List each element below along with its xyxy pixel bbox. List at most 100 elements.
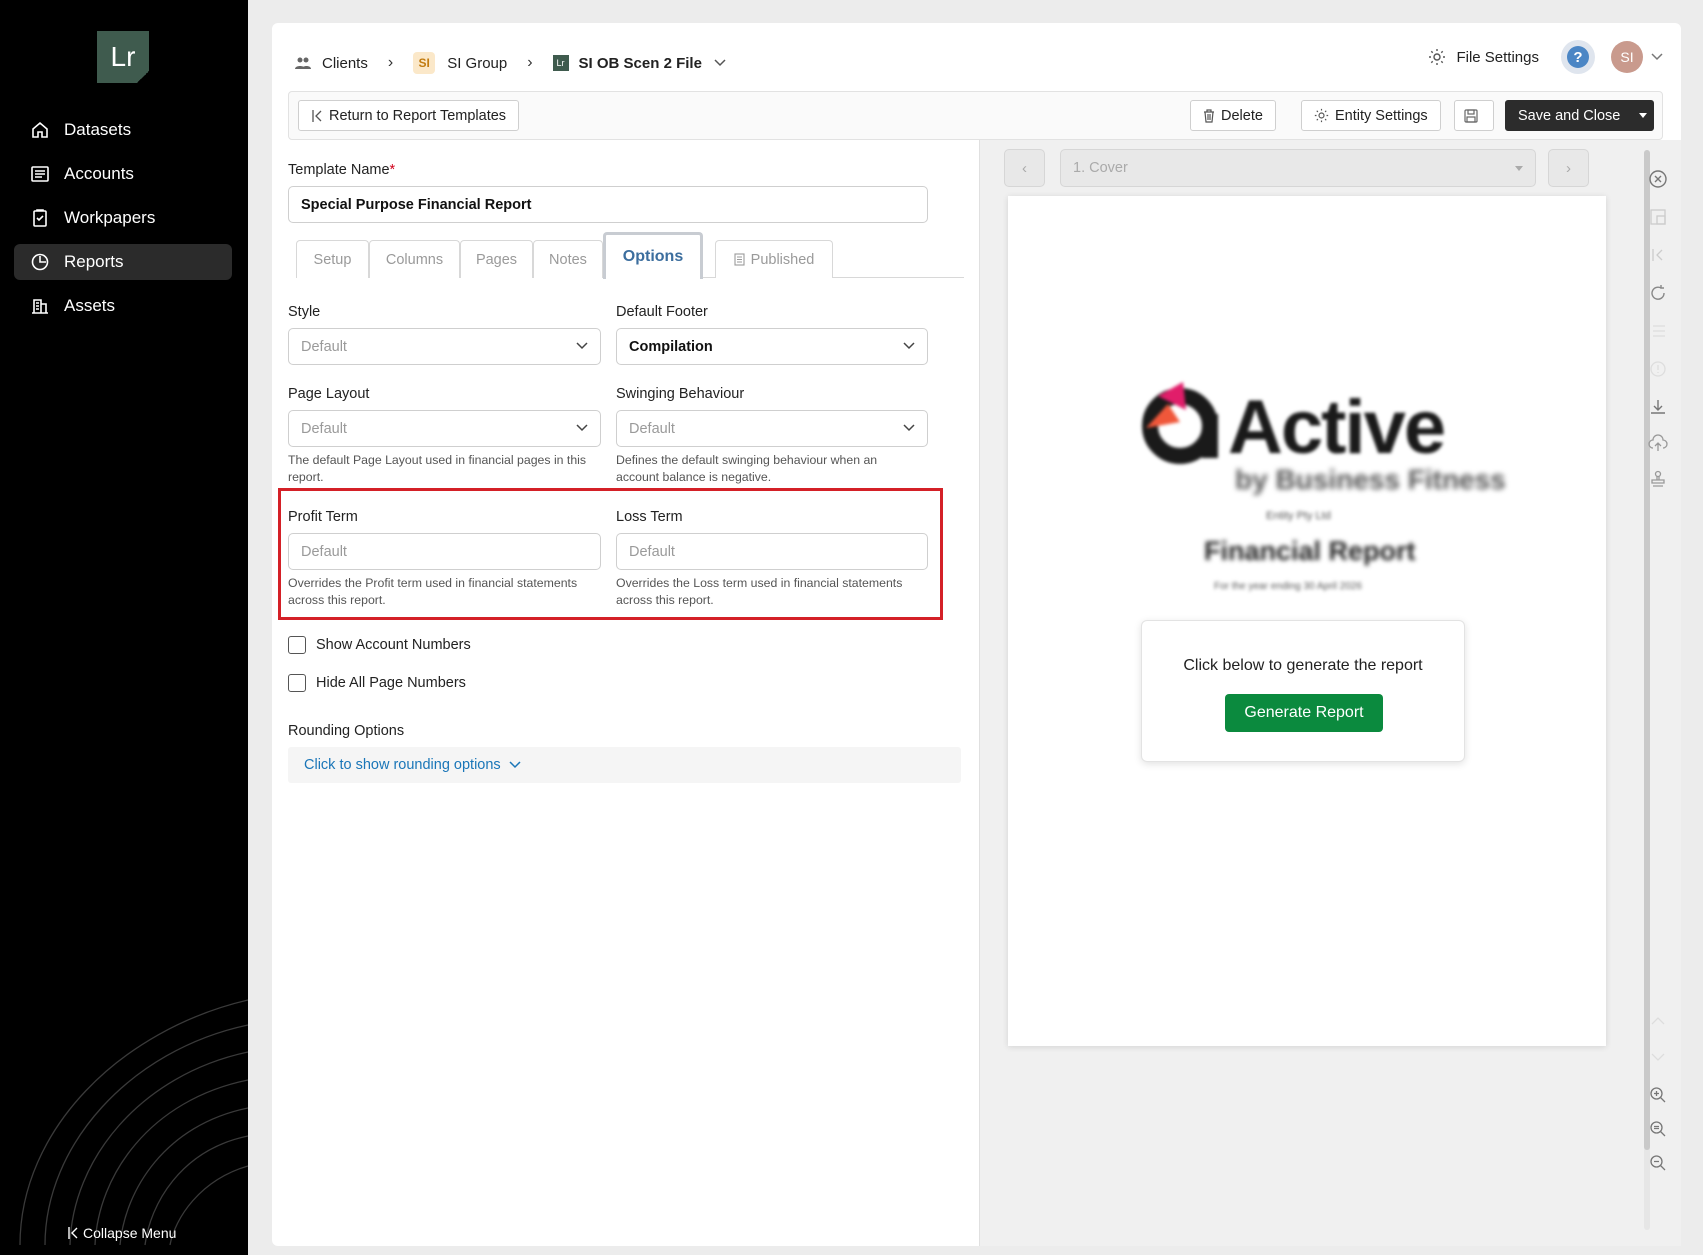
swinging-behaviour-select[interactable]: Default — [616, 410, 928, 447]
help-button[interactable]: ? — [1561, 40, 1595, 74]
report-period: For the year ending 30 April 2026 — [1214, 581, 1362, 592]
page-select[interactable]: 1. Cover — [1060, 149, 1536, 187]
collapse-left-icon — [312, 109, 322, 122]
sidebar-item-reports[interactable]: Reports — [14, 244, 232, 280]
zoom-reset-icon[interactable] — [1647, 1118, 1669, 1140]
users-icon — [294, 54, 312, 72]
page-layout-select[interactable]: Default — [288, 410, 601, 447]
entity-settings-button[interactable]: Entity Settings — [1301, 100, 1441, 131]
delete-button[interactable]: Delete — [1190, 100, 1276, 131]
template-tabs: Setup Columns Pages Notes Options Publis… — [296, 232, 964, 279]
default-footer-label: Default Footer — [616, 304, 708, 320]
style-value: Default — [301, 338, 347, 355]
gear-icon — [1429, 49, 1446, 65]
tab-notes[interactable]: Notes — [533, 240, 603, 278]
sidebar-item-workpapers[interactable]: Workpapers — [14, 200, 232, 236]
breadcrumb-clients[interactable]: Clients — [294, 54, 368, 72]
save-icon-button[interactable] — [1454, 100, 1494, 131]
generate-report-button[interactable]: Generate Report — [1225, 694, 1383, 732]
swinging-behaviour-value: Default — [629, 420, 675, 437]
collapse-menu-label: Collapse Menu — [83, 1225, 177, 1241]
breadcrumb: Clients › SI SI Group › Lr SI OB Scen 2 … — [294, 47, 726, 79]
checkbox-box[interactable] — [288, 636, 306, 654]
zoom-in-icon[interactable] — [1647, 1084, 1669, 1106]
building-icon — [32, 299, 48, 314]
app-logo[interactable]: Lr — [97, 31, 149, 83]
list-icon — [31, 166, 49, 182]
file-settings-button[interactable]: File Settings — [1428, 48, 1539, 66]
main-panel: Clients › SI SI Group › Lr SI OB Scen 2 … — [272, 23, 1681, 1246]
tab-options[interactable]: Options — [603, 232, 703, 279]
list-icon[interactable] — [1647, 320, 1669, 342]
stamp-icon[interactable] — [1647, 468, 1669, 490]
download-icon[interactable] — [1647, 396, 1669, 418]
return-to-templates-button[interactable]: Return to Report Templates — [298, 100, 520, 131]
brand-name: Active — [1228, 385, 1446, 470]
group-badge-icon: SI — [413, 52, 436, 74]
breadcrumb-file[interactable]: Lr SI OB Scen 2 File — [552, 55, 726, 72]
save-and-close-label: Save and Close — [1518, 107, 1621, 124]
checkbox-box[interactable] — [288, 674, 306, 692]
template-name-input[interactable]: Special Purpose Financial Report — [288, 186, 928, 223]
page-select-value: 1. Cover — [1073, 160, 1128, 176]
sidebar-item-assets[interactable]: Assets — [14, 288, 232, 324]
sidebar-item-accounts[interactable]: Accounts — [14, 156, 232, 192]
breadcrumb-group[interactable]: SI SI Group — [413, 52, 507, 74]
trash-icon — [1204, 108, 1214, 123]
refresh-icon[interactable] — [1647, 282, 1669, 304]
tab-columns[interactable]: Columns — [369, 240, 460, 278]
tab-published[interactable]: Published — [715, 240, 833, 278]
hide-page-numbers-checkbox[interactable]: Hide All Page Numbers — [288, 674, 466, 692]
tab-label: Columns — [385, 251, 444, 268]
tab-setup[interactable]: Setup — [296, 240, 369, 278]
page-layout-value: Default — [301, 420, 347, 437]
delete-label: Delete — [1221, 107, 1263, 124]
file-badge-icon: Lr — [552, 55, 569, 71]
sidebar-item-datasets[interactable]: Datasets — [14, 112, 232, 148]
rounding-options-link[interactable]: Click to show rounding options — [304, 757, 501, 773]
show-account-numbers-label: Show Account Numbers — [316, 637, 471, 653]
required-marker: * — [389, 162, 396, 178]
default-footer-select[interactable]: Compilation — [616, 328, 928, 365]
avatar[interactable]: SI — [1611, 41, 1643, 73]
close-circle-icon[interactable] — [1647, 168, 1669, 190]
caret-down-icon — [1515, 166, 1523, 171]
brand-logo: Active by Business Fitness — [1138, 376, 1506, 495]
upload-cloud-icon[interactable] — [1647, 432, 1669, 454]
preview-scrollbar[interactable] — [1644, 150, 1650, 1230]
prev-page-button[interactable]: ‹ — [1004, 149, 1045, 187]
caret-down-icon[interactable] — [1639, 113, 1647, 118]
expand-icon[interactable] — [1647, 206, 1669, 228]
swinging-behaviour-label: Swinging Behaviour — [616, 386, 745, 402]
page-layout-label: Page Layout — [288, 386, 370, 402]
chevron-down-icon — [509, 761, 521, 769]
show-account-numbers-checkbox[interactable]: Show Account Numbers — [288, 636, 471, 654]
zoom-out-icon[interactable] — [1647, 1152, 1669, 1174]
first-page-icon[interactable] — [1647, 244, 1669, 266]
tab-pages[interactable]: Pages — [460, 240, 533, 278]
info-icon[interactable] — [1647, 358, 1669, 380]
style-label: Style — [288, 304, 321, 320]
decorative-arcs — [19, 999, 248, 1246]
gear-icon — [1314, 108, 1329, 123]
sidebar-nav: Datasets Accounts Workpapers Reports Ass… — [14, 112, 232, 332]
rounding-options-label: Rounding Options — [288, 723, 405, 739]
sidebar-item-label: Reports — [64, 252, 124, 271]
collapse-icon — [68, 1227, 78, 1239]
sidebar-item-label: Assets — [64, 296, 116, 315]
tab-label: Options — [622, 248, 684, 265]
next-page-button[interactable]: › — [1548, 149, 1589, 187]
chevron-up-icon[interactable] — [1647, 1010, 1669, 1032]
style-select[interactable]: Default — [288, 328, 601, 365]
report-page: Active by Business Fitness Entity Pty Lt… — [1008, 196, 1606, 1046]
chevron-down-icon[interactable] — [1651, 53, 1663, 61]
save-and-close-button[interactable]: Save and Close — [1505, 100, 1654, 131]
sidebar-item-label: Accounts — [64, 164, 134, 183]
rounding-options-toggle[interactable]: Click to show rounding options — [288, 747, 961, 783]
report-preview-panel: ‹ 1. Cover › Active by Business Fitness … — [979, 140, 1681, 1246]
sidebar-item-label: Workpapers — [64, 208, 156, 227]
hide-page-numbers-label: Hide All Page Numbers — [316, 675, 466, 691]
collapse-menu-button[interactable]: Collapse Menu — [67, 1225, 176, 1241]
save-icon — [1464, 108, 1478, 123]
chevron-down-icon[interactable] — [1647, 1046, 1669, 1068]
